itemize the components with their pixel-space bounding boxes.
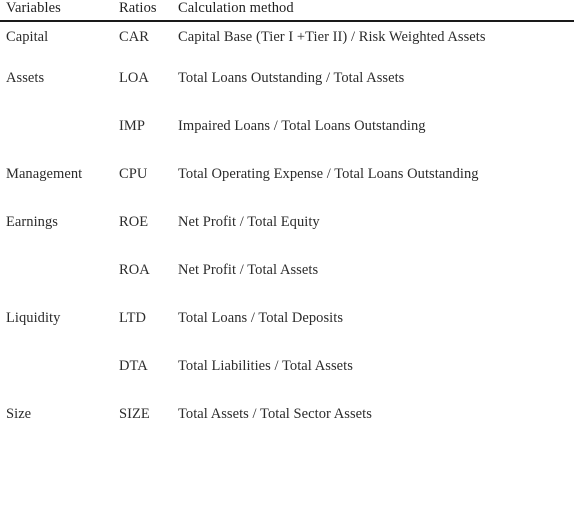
column-header-variables: Variables — [6, 0, 61, 16]
cell-variable: Liquidity — [6, 310, 61, 326]
cell-variable: Assets — [6, 70, 45, 86]
table-header-row: Variables Ratios Calculation method — [0, 0, 574, 21]
cell-calculation-method: Total Liabilities / Total Assets — [178, 358, 353, 374]
cell-calculation-method: Impaired Loans / Total Loans Outstanding — [178, 118, 426, 134]
cell-ratio: ROA — [119, 262, 150, 278]
column-header-calculation-method: Calculation method — [178, 0, 294, 16]
ratios-table: Variables Ratios Calculation method Capi… — [0, 0, 574, 454]
cell-calculation-method: Total Loans / Total Deposits — [178, 310, 344, 326]
cell-variable: Capital — [6, 29, 49, 45]
table-row: Earnings ROE Net Profit / Total Equity — [0, 214, 574, 262]
cell-ratio: IMP — [119, 118, 145, 134]
document-page: Variables Ratios Calculation method Capi… — [0, 0, 574, 512]
cell-variable — [0, 118, 119, 166]
table-row: IMP Impaired Loans / Total Loans Outstand… — [0, 118, 574, 166]
cell-calculation-method: Total Operating Expense / Total Loans Ou… — [178, 166, 479, 182]
cell-calculation-method: Net Profit / Total Assets — [178, 262, 319, 278]
cell-variable — [0, 262, 119, 310]
cell-calculation-method: Net Profit / Total Equity — [178, 214, 320, 230]
table-row: Capital CAR Capital Base (Tier I +Tier II)… — [0, 21, 574, 70]
table-row: Assets LOA Total Loans Outstanding / Total… — [0, 70, 574, 118]
table-body: Capital CAR Capital Base (Tier I +Tier II)… — [0, 21, 574, 454]
cell-variable: Earnings — [6, 214, 58, 230]
cell-calculation-method: Capital Base (Tier I +Tier II) / Risk We… — [178, 29, 486, 45]
cell-variable: Management — [6, 166, 83, 182]
table-row: Management CPU Total Operating Expense / T… — [0, 166, 574, 214]
table-row: ROA Net Profit / Total Assets — [0, 262, 574, 310]
table-row: DTA Total Liabilities / Total Assets — [0, 358, 574, 406]
page-bottom-whitespace — [0, 454, 574, 514]
table-row: Size SIZE Total Assets / Total Sector Asse… — [0, 406, 574, 454]
cell-ratio: LOA — [119, 70, 149, 86]
column-header-ratios: Ratios — [119, 0, 157, 16]
cell-ratio: SIZE — [119, 406, 150, 422]
table-row: Liquidity LTD Total Loans / Total Deposits — [0, 310, 574, 358]
cell-ratio: CPU — [119, 166, 148, 182]
cell-ratio: CAR — [119, 29, 149, 45]
cell-variable — [0, 358, 119, 406]
cell-ratio: DTA — [119, 358, 148, 374]
cell-calculation-method: Total Loans Outstanding / Total Assets — [178, 70, 405, 86]
cell-ratio: LTD — [119, 310, 147, 326]
cell-variable: Size — [6, 406, 32, 422]
cell-ratio: ROE — [119, 214, 149, 230]
table-header: Variables Ratios Calculation method — [0, 0, 574, 21]
cell-calculation-method: Total Assets / Total Sector Assets — [178, 406, 372, 422]
